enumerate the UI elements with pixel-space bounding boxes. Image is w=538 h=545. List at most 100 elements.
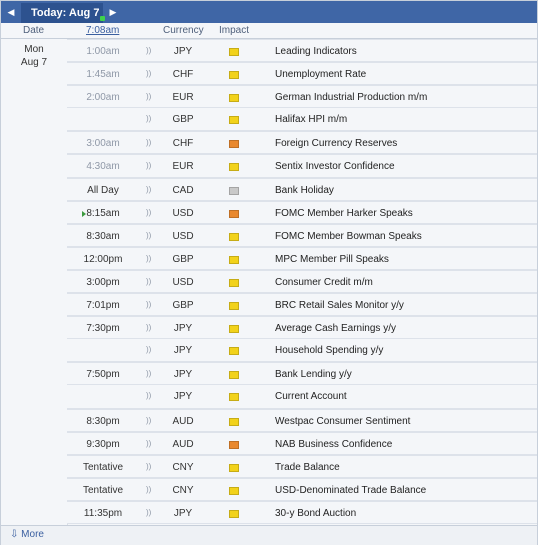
impact-folder-icon[interactable] [229, 417, 239, 426]
speaker-icon[interactable]: )) [146, 138, 151, 147]
event-row[interactable]: 7:01pm)) GBP BRC Retail Sales Monitor y/y [67, 293, 537, 317]
speaker-icon[interactable]: )) [146, 92, 151, 101]
event-title[interactable]: 30-y Bond Auction [275, 508, 356, 519]
speaker-icon[interactable]: )) [146, 114, 151, 123]
event-row[interactable]: 8:30am)) USD FOMC Member Bowman Speaks [67, 223, 537, 247]
event-title[interactable]: Unemployment Rate [275, 69, 366, 80]
speaker-icon[interactable]: )) [146, 323, 151, 332]
speaker-icon[interactable]: )) [146, 416, 151, 425]
event-row[interactable]: )) JPY Household Spending y/y [67, 339, 537, 363]
speaker-icon[interactable]: )) [146, 185, 151, 194]
impact-folder-icon[interactable] [229, 209, 239, 218]
event-title[interactable]: Leading Indicators [275, 46, 357, 57]
event-row[interactable]: 7:30pm)) JPY Average Cash Earnings y/y [67, 316, 537, 340]
impact-folder-icon[interactable] [229, 163, 239, 172]
event-title[interactable]: Westpac Consumer Sentiment [275, 416, 410, 427]
impact-folder-icon[interactable] [229, 48, 239, 56]
speaker-icon[interactable]: )) [146, 231, 151, 240]
impact-folder-icon[interactable] [229, 371, 239, 380]
event-currency: EUR [172, 161, 194, 173]
impact-folder-icon[interactable] [229, 94, 239, 103]
more-link[interactable]: ⇩ More [10, 529, 44, 540]
event-title[interactable]: MPC Member Pill Speaks [275, 254, 389, 265]
speaker-icon[interactable]: )) [146, 508, 151, 517]
speaker-icon[interactable]: )) [146, 208, 151, 217]
speaker-icon[interactable]: )) [146, 161, 151, 170]
event-title[interactable]: Bank Holiday [275, 185, 334, 196]
event-row[interactable]: )) GBP Halifax HPI m/m [67, 108, 537, 132]
speaker-icon[interactable]: )) [146, 277, 151, 286]
event-row[interactable]: 1:00am)) JPY Leading Indicators [67, 39, 537, 63]
next-day-button[interactable]: ▶ [104, 1, 122, 23]
event-row[interactable]: )) JPY Current Account [67, 385, 537, 409]
event-title[interactable]: Sentix Investor Confidence [275, 161, 395, 172]
today-button[interactable]: Today: Aug 7 [21, 3, 105, 23]
impact-folder-icon[interactable] [229, 71, 239, 80]
impact-folder-icon[interactable] [229, 255, 239, 264]
impact-folder-icon[interactable] [229, 325, 239, 334]
event-title[interactable]: Halifax HPI m/m [275, 114, 347, 125]
event-title[interactable]: Bank Lending y/y [275, 369, 352, 380]
event-time: 1:00am [86, 46, 120, 57]
event-row[interactable]: 8:15am)) USD FOMC Member Harker Speaks [67, 200, 537, 224]
event-title[interactable]: German Industrial Production m/m [275, 92, 427, 103]
event-title[interactable]: Household Spending y/y [275, 345, 383, 356]
event-time: 11:35pm [83, 507, 123, 519]
impact-folder-icon[interactable] [229, 232, 239, 241]
speaker-icon[interactable]: )) [146, 46, 151, 55]
event-title[interactable]: Average Cash Earnings y/y [275, 323, 396, 334]
speaker-icon[interactable]: )) [146, 345, 151, 354]
impact-folder-icon[interactable] [229, 393, 239, 402]
event-row[interactable]: 11:35pm)) JPY 30-y Bond Auction [67, 500, 537, 524]
download-arrow-icon: ⇩ [10, 529, 19, 540]
speaker-icon[interactable]: )) [146, 391, 151, 400]
speaker-icon[interactable]: )) [146, 439, 151, 448]
speaker-icon[interactable]: )) [146, 485, 151, 494]
speaker-icon[interactable]: )) [146, 462, 151, 471]
impact-folder-icon[interactable] [229, 509, 239, 518]
calendar-widget: ◀ Today: Aug 7 ▶ Date 7:08am Currency Im… [0, 0, 538, 545]
event-row[interactable]: 8:30pm)) AUD Westpac Consumer Sentiment [67, 408, 537, 432]
event-row[interactable]: 4:30am)) EUR Sentix Investor Confidence [67, 154, 537, 178]
event-row[interactable]: All Day)) CAD Bank Holiday [67, 177, 537, 201]
event-title[interactable]: USD-Denominated Trade Balance [275, 485, 426, 496]
event-title[interactable]: Trade Balance [275, 462, 340, 473]
event-time: 12:00pm [83, 253, 123, 265]
event-row[interactable]: 9:30pm)) AUD NAB Business Confidence [67, 431, 537, 455]
speaker-icon[interactable]: )) [146, 254, 151, 263]
event-title[interactable]: NAB Business Confidence [275, 439, 392, 450]
speaker-icon[interactable]: )) [146, 369, 151, 378]
event-row[interactable]: Tentative)) CNY Trade Balance [67, 454, 537, 478]
speaker-icon[interactable]: )) [146, 69, 151, 78]
event-row[interactable]: 3:00pm)) USD Consumer Credit m/m [67, 269, 537, 294]
event-row[interactable]: 12:00pm)) GBP MPC Member Pill Speaks [67, 246, 537, 270]
date-column-header: Date [23, 25, 45, 36]
impact-folder-icon[interactable] [229, 278, 239, 287]
event-title[interactable]: FOMC Member Harker Speaks [275, 208, 413, 219]
impact-folder-icon[interactable] [229, 463, 239, 472]
speaker-icon[interactable]: )) [146, 300, 151, 309]
event-title[interactable]: Consumer Credit m/m [275, 277, 373, 288]
impact-folder-icon[interactable] [229, 440, 239, 449]
event-row[interactable]: 3:00am)) CHF Foreign Currency Reserves [67, 131, 537, 155]
impact-folder-icon[interactable] [229, 140, 239, 149]
event-currency: GBP [172, 253, 194, 265]
current-time-link[interactable]: 7:08am [86, 25, 119, 36]
event-currency: JPY [173, 369, 193, 381]
event-title[interactable]: FOMC Member Bowman Speaks [275, 231, 422, 242]
impact-folder-icon[interactable] [229, 186, 239, 195]
impact-folder-icon[interactable] [229, 302, 239, 311]
impact-folder-icon[interactable] [229, 347, 239, 356]
impact-folder-icon[interactable] [229, 116, 239, 125]
previous-day-button[interactable]: ◀ [1, 1, 21, 23]
impact-folder-icon[interactable] [229, 486, 239, 495]
event-title[interactable]: BRC Retail Sales Monitor y/y [275, 300, 404, 311]
event-row[interactable]: 7:50pm)) JPY Bank Lending y/y [67, 362, 537, 386]
column-header: Date 7:08am Currency Impact [1, 23, 537, 39]
event-title[interactable]: Foreign Currency Reserves [275, 138, 397, 149]
event-row[interactable]: 2:00am)) EUR German Industrial Production … [67, 85, 537, 109]
event-title[interactable]: Current Account [275, 391, 347, 402]
event-row[interactable]: 1:45am)) CHF Unemployment Rate [67, 62, 537, 86]
event-row[interactable]: Tentative)) CNY USD-Denominated Trade Bala… [67, 477, 537, 501]
event-currency: GBP [172, 114, 194, 126]
